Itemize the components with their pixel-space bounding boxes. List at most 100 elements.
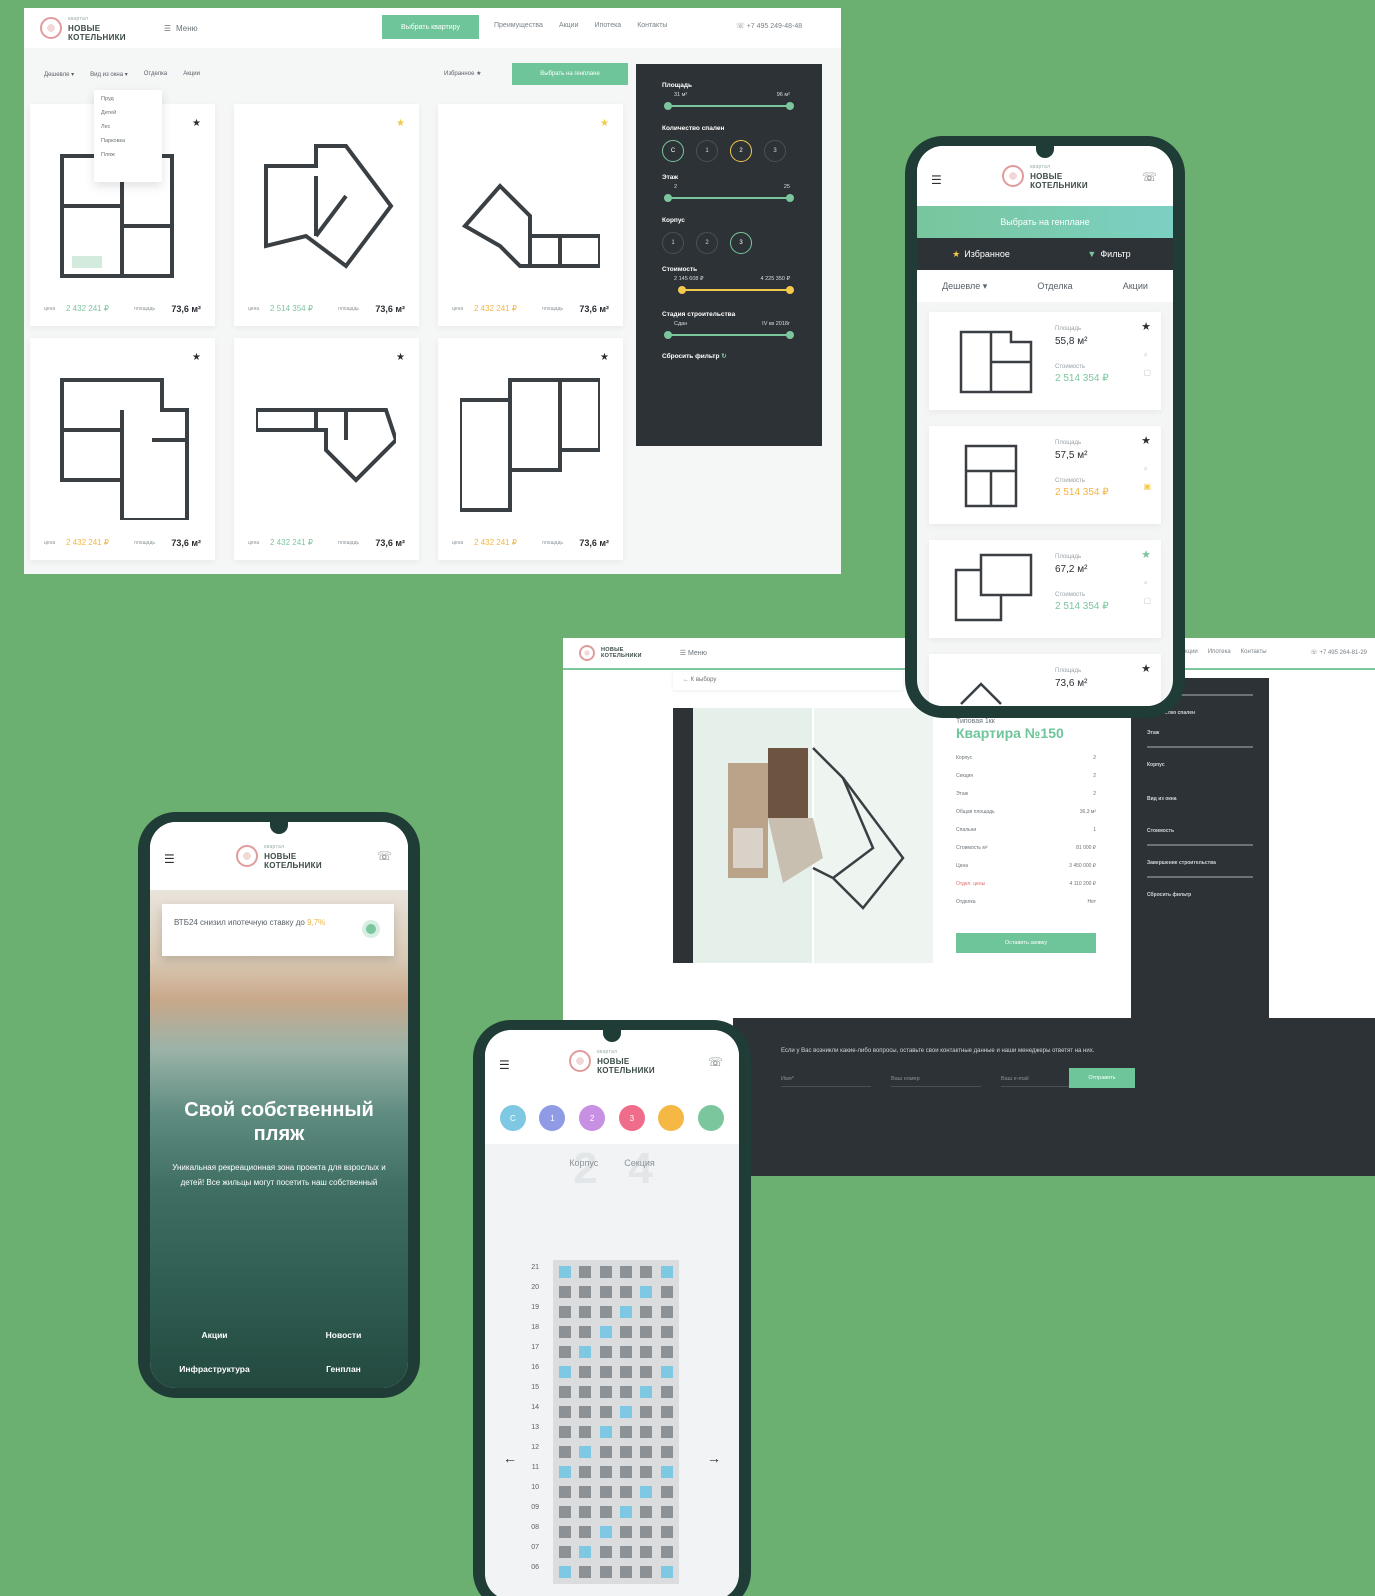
apartment-cell[interactable]: [559, 1346, 571, 1358]
nav-contacts[interactable]: Контакты: [1241, 649, 1267, 655]
apartment-cell[interactable]: [640, 1426, 653, 1438]
apartment-card[interactable]: ★ цена 2 432 241 ₽ площадь 73,6 м²: [438, 104, 623, 326]
arrow-right-icon[interactable]: →: [707, 1450, 721, 1466]
apartment-cell[interactable]: [559, 1506, 571, 1518]
apartment-cell[interactable]: [660, 1426, 673, 1438]
apartment-cell[interactable]: [640, 1466, 653, 1478]
apartment-cell[interactable]: [640, 1306, 653, 1318]
apartment-cell[interactable]: [619, 1326, 632, 1338]
floor-slider[interactable]: 2 25: [662, 181, 796, 207]
star-icon[interactable]: ★: [192, 352, 201, 363]
apartment-cell[interactable]: [599, 1326, 612, 1338]
apartment-plan-viewer[interactable]: [673, 708, 933, 963]
nav-contacts[interactable]: Контакты: [637, 22, 667, 29]
apartment-cell[interactable]: [619, 1286, 632, 1298]
apartment-cell[interactable]: [579, 1346, 592, 1358]
nav-mortgage[interactable]: Ипотека: [595, 22, 622, 29]
apartment-cell[interactable]: [640, 1346, 653, 1358]
room-chip[interactable]: С: [499, 1105, 526, 1131]
nav-mortgage[interactable]: Ипотека: [1208, 649, 1231, 655]
apartment-cell[interactable]: [559, 1386, 571, 1398]
apartment-cell[interactable]: [579, 1446, 592, 1458]
slider-handle[interactable]: [786, 286, 794, 294]
filter-promo[interactable]: Акции: [183, 71, 200, 77]
logo[interactable]: квартал НОВЫЕ КОТЕЛЬНИКИ: [1002, 163, 1088, 190]
star-icon[interactable]: ★: [600, 118, 609, 129]
reset-filter-button[interactable]: Сбросить фильтр ↻: [662, 352, 796, 360]
burger-icon[interactable]: ☰: [499, 1058, 510, 1072]
slider-handle[interactable]: [786, 331, 794, 339]
apartment-cell[interactable]: [599, 1486, 612, 1498]
apartment-cell[interactable]: [579, 1306, 592, 1318]
building-option[interactable]: 1: [662, 232, 684, 254]
star-icon[interactable]: ★: [1141, 320, 1151, 333]
back-link[interactable]: ← К выбору: [673, 672, 903, 690]
burger-icon[interactable]: ☰: [931, 173, 942, 187]
apartment-cell[interactable]: [579, 1426, 592, 1438]
filter-view[interactable]: Вид из окна ▾: [90, 71, 128, 78]
apartment-cell[interactable]: [559, 1306, 571, 1318]
section-selector[interactable]: 4 Секция: [624, 1144, 655, 1193]
apartment-cell[interactable]: [619, 1366, 632, 1378]
tab-filter[interactable]: ▼ Фильтр: [1045, 238, 1173, 270]
apartment-cell[interactable]: [559, 1526, 571, 1538]
sort-cheaper[interactable]: Дешевле ▾: [942, 281, 987, 292]
apartment-cell[interactable]: [599, 1426, 612, 1438]
apartment-cell[interactable]: [660, 1566, 673, 1578]
dropdown-option[interactable]: Пляж: [101, 152, 155, 158]
apartment-cell[interactable]: [599, 1346, 612, 1358]
nav-promos[interactable]: Акции: [559, 22, 579, 29]
slider-handle[interactable]: [664, 102, 672, 110]
apartment-cell[interactable]: [660, 1466, 673, 1478]
burger-icon[interactable]: ☰: [164, 852, 175, 866]
star-icon[interactable]: ★: [192, 118, 201, 129]
cost-slider[interactable]: [1147, 844, 1253, 846]
apartment-cell[interactable]: [619, 1546, 632, 1558]
apartment-cell[interactable]: [660, 1546, 673, 1558]
apartment-cell[interactable]: [660, 1486, 673, 1498]
apartment-cell[interactable]: [559, 1566, 571, 1578]
phone-icon[interactable]: ☏: [708, 1055, 723, 1069]
apartment-cell[interactable]: [559, 1326, 571, 1338]
building-selector[interactable]: 2 Корпус: [569, 1144, 598, 1193]
room-chip[interactable]: 3: [618, 1105, 645, 1131]
apartment-cell[interactable]: [579, 1486, 592, 1498]
apartment-cell[interactable]: [660, 1386, 673, 1398]
apartment-cell[interactable]: [599, 1366, 612, 1378]
apartment-cell[interactable]: [599, 1306, 612, 1318]
bedroom-option[interactable]: 2: [730, 140, 752, 162]
name-field[interactable]: Имя*: [781, 1076, 871, 1087]
apartment-cell[interactable]: [640, 1366, 653, 1378]
apartment-cell[interactable]: [599, 1566, 612, 1578]
apartment-cell[interactable]: [599, 1286, 612, 1298]
apartment-cell[interactable]: [660, 1366, 673, 1378]
apartment-cell[interactable]: [619, 1266, 632, 1278]
apartment-cell[interactable]: [660, 1346, 673, 1358]
masterplan-button[interactable]: Выбрать на генплане: [512, 63, 628, 85]
apartment-cell[interactable]: [619, 1466, 632, 1478]
apartment-cell[interactable]: [579, 1566, 592, 1578]
apartment-cell[interactable]: [660, 1266, 673, 1278]
slider-handle[interactable]: [664, 194, 672, 202]
bedroom-option[interactable]: 3: [764, 140, 786, 162]
phone-icon[interactable]: ☏: [377, 849, 392, 863]
logo[interactable]: квартал НОВЫЕ КОТЕЛЬНИКИ: [236, 843, 322, 870]
apartment-cell[interactable]: [619, 1306, 632, 1318]
apartment-cell[interactable]: [599, 1466, 612, 1478]
star-icon[interactable]: ★: [1141, 548, 1151, 561]
apartment-cell[interactable]: [619, 1486, 632, 1498]
sort-cheaper[interactable]: Дешевле ▾: [44, 71, 74, 78]
stage-slider[interactable]: Сдан IV кв 2018г: [662, 318, 796, 344]
apartment-cell[interactable]: [599, 1506, 612, 1518]
apartment-cell[interactable]: [559, 1486, 571, 1498]
apartment-cell[interactable]: [619, 1506, 632, 1518]
apartment-cell[interactable]: [559, 1426, 571, 1438]
slider-handle[interactable]: [664, 331, 672, 339]
dropdown-option[interactable]: Пруд: [101, 96, 155, 102]
dropdown-option[interactable]: Детей: [101, 110, 155, 116]
dropdown-option[interactable]: Лес: [101, 124, 155, 130]
room-chip[interactable]: [698, 1105, 725, 1131]
apartment-cell[interactable]: [660, 1506, 673, 1518]
logo[interactable]: квартал НОВЫЕ КОТЕЛЬНИКИ: [569, 1048, 655, 1075]
apartment-cell[interactable]: [640, 1266, 653, 1278]
